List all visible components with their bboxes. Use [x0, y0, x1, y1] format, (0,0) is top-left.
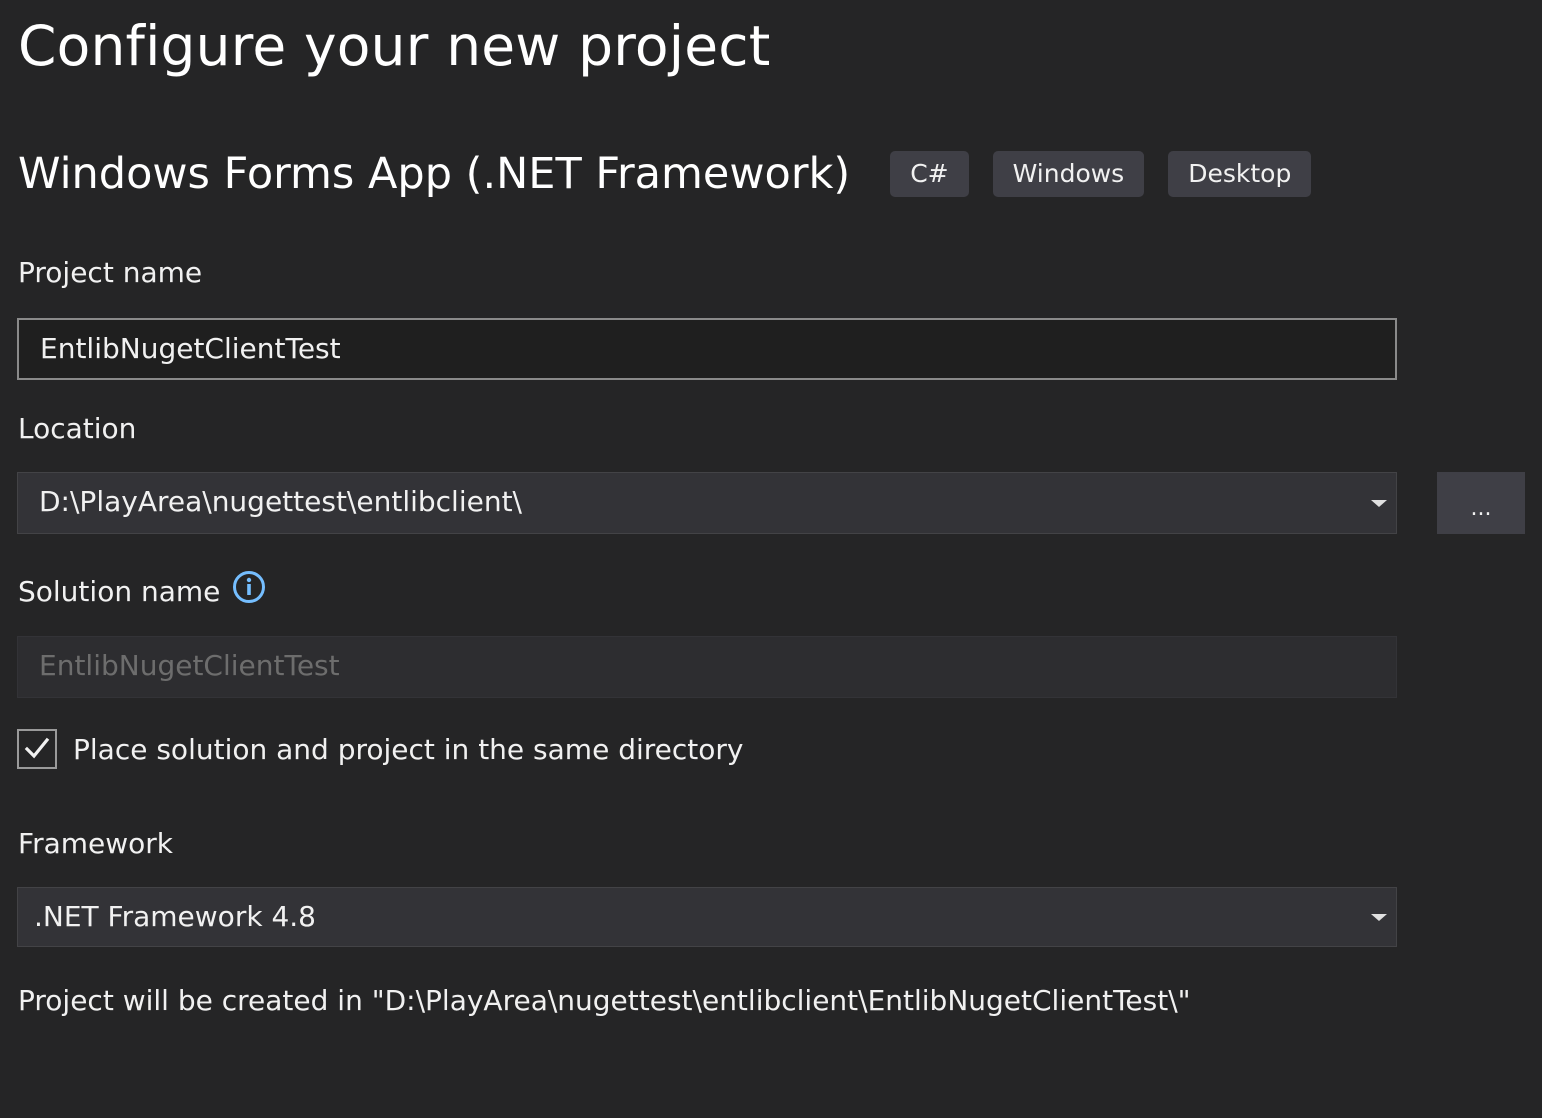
template-header: Windows Forms App (.NET Framework) C# Wi…: [18, 146, 1335, 202]
template-name: Windows Forms App (.NET Framework): [18, 149, 851, 199]
framework-combobox[interactable]: .NET Framework 4.8: [17, 887, 1397, 947]
project-location-message: Project will be created in "D:\PlayArea\…: [18, 984, 1191, 1017]
solution-name-label-text: Solution name: [18, 575, 221, 608]
page-title: Configure your new project: [18, 14, 771, 78]
solution-name-value: EntlibNugetClientTest: [39, 649, 340, 682]
same-directory-checkbox[interactable]: [17, 729, 57, 769]
checkmark-icon: [24, 737, 50, 759]
chevron-down-icon[interactable]: [1371, 500, 1387, 507]
framework-value: .NET Framework 4.8: [34, 900, 316, 933]
chevron-down-icon[interactable]: [1371, 914, 1387, 921]
same-directory-label[interactable]: Place solution and project in the same d…: [73, 733, 743, 766]
project-name-input[interactable]: EntlibNugetClientTest: [17, 318, 1397, 380]
tag-project-type: Desktop: [1168, 151, 1312, 197]
project-name-label: Project name: [18, 256, 203, 289]
solution-name-input[interactable]: EntlibNugetClientTest: [17, 636, 1397, 698]
solution-name-label: Solution name: [18, 570, 266, 611]
framework-label: Framework: [18, 827, 173, 860]
tag-platform: Windows: [992, 151, 1145, 197]
tag-language: C#: [890, 151, 969, 197]
location-label: Location: [18, 412, 137, 445]
info-icon[interactable]: [232, 570, 266, 611]
project-name-value: EntlibNugetClientTest: [40, 332, 341, 365]
location-value: D:\PlayArea\nugettest\entlibclient\: [39, 485, 522, 518]
location-combobox[interactable]: D:\PlayArea\nugettest\entlibclient\: [17, 472, 1397, 534]
browse-location-button[interactable]: ...: [1437, 472, 1525, 534]
